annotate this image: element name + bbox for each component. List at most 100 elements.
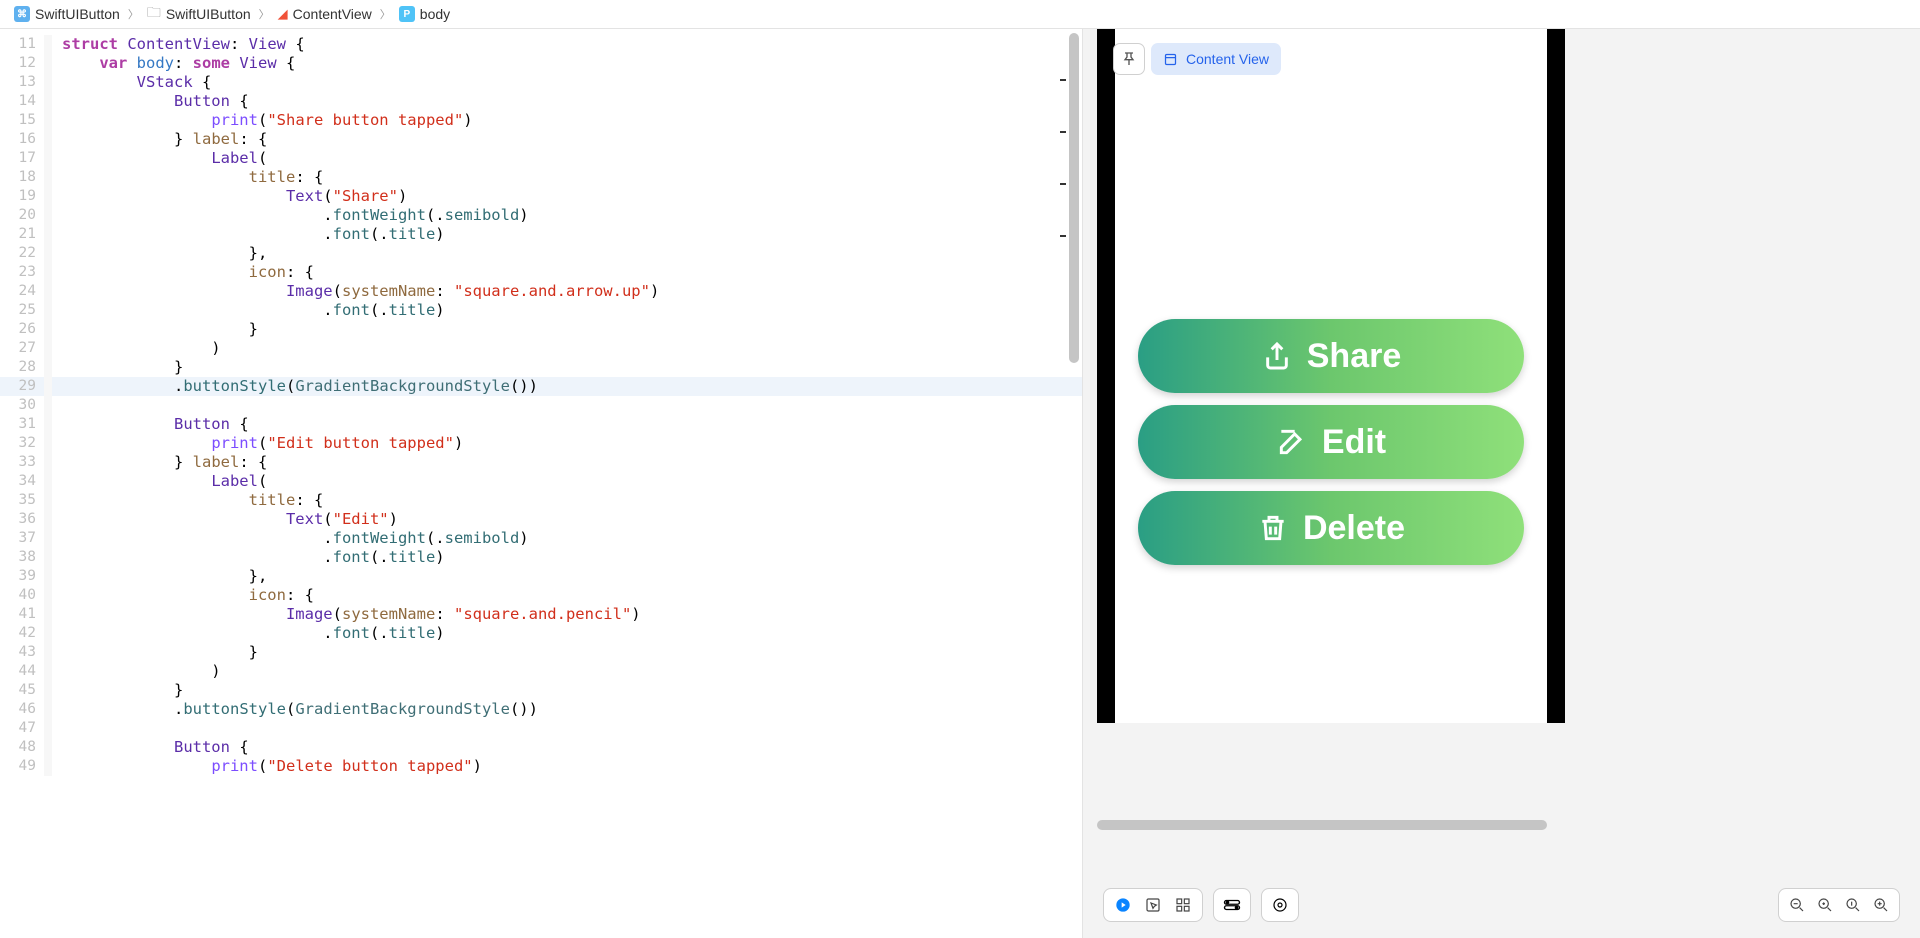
code-line[interactable]: 37 .fontWeight(.semibold) — [0, 529, 1082, 548]
code-line[interactable]: 20 .fontWeight(.semibold) — [0, 206, 1082, 225]
fold-gutter[interactable] — [44, 111, 52, 130]
code-line[interactable]: 12 var body: some View { — [0, 54, 1082, 73]
fold-gutter[interactable] — [44, 358, 52, 377]
code-line[interactable]: 28 } — [0, 358, 1082, 377]
code-text[interactable]: Image(systemName: "square.and.pencil") — [52, 605, 1082, 624]
code-text[interactable]: } — [52, 320, 1082, 339]
zoom-in-button[interactable] — [1867, 892, 1895, 918]
code-text[interactable]: .font(.title) — [52, 624, 1082, 643]
fold-gutter[interactable] — [44, 415, 52, 434]
code-text[interactable]: icon: { — [52, 263, 1082, 282]
fold-gutter[interactable] — [44, 92, 52, 111]
fold-gutter[interactable] — [44, 225, 52, 244]
code-text[interactable]: Button { — [52, 92, 1082, 111]
code-text[interactable]: Label( — [52, 472, 1082, 491]
code-line[interactable]: 48 Button { — [0, 738, 1082, 757]
jump-file[interactable]: ◢ ContentView — [274, 4, 376, 24]
fold-gutter[interactable] — [44, 149, 52, 168]
code-line[interactable]: 11struct ContentView: View { — [0, 35, 1082, 54]
code-line[interactable]: 19 Text("Share") — [0, 187, 1082, 206]
code-text[interactable]: .buttonStyle(GradientBackgroundStyle()) — [52, 377, 1082, 396]
code-line[interactable]: 44 ) — [0, 662, 1082, 681]
code-line[interactable]: 24 Image(systemName: "square.and.arrow.u… — [0, 282, 1082, 301]
code-line[interactable]: 29 .buttonStyle(GradientBackgroundStyle(… — [0, 377, 1082, 396]
zoom-out-button[interactable] — [1783, 892, 1811, 918]
code-line[interactable]: 21 .font(.title) — [0, 225, 1082, 244]
code-line[interactable]: 47 — [0, 719, 1082, 738]
code-text[interactable]: ) — [52, 662, 1082, 681]
code-text[interactable] — [52, 719, 1082, 738]
code-text[interactable]: Image(systemName: "square.and.arrow.up") — [52, 282, 1082, 301]
code-line[interactable]: 33 } label: { — [0, 453, 1082, 472]
code-text[interactable]: Button { — [52, 415, 1082, 434]
fold-gutter[interactable] — [44, 263, 52, 282]
preview-canvas[interactable]: Share Edit Delete — [1083, 29, 1920, 882]
code-line[interactable]: 32 print("Edit button tapped") — [0, 434, 1082, 453]
code-text[interactable]: icon: { — [52, 586, 1082, 605]
variants-button[interactable] — [1168, 892, 1198, 918]
fold-gutter[interactable] — [44, 377, 52, 396]
code-line[interactable]: 23 icon: { — [0, 263, 1082, 282]
selectable-preview-button[interactable] — [1138, 892, 1168, 918]
fold-gutter[interactable] — [44, 434, 52, 453]
fold-gutter[interactable] — [44, 700, 52, 719]
editor-pane[interactable]: 11struct ContentView: View {12 var body:… — [0, 29, 1082, 938]
code-text[interactable]: } label: { — [52, 453, 1082, 472]
fold-gutter[interactable] — [44, 510, 52, 529]
code-line[interactable]: 43 } — [0, 643, 1082, 662]
code-line[interactable]: 22 }, — [0, 244, 1082, 263]
code-text[interactable]: } — [52, 358, 1082, 377]
code-line[interactable]: 16 } label: { — [0, 130, 1082, 149]
code-text[interactable] — [52, 396, 1082, 415]
code-text[interactable]: Button { — [52, 738, 1082, 757]
horizontal-scrollbar[interactable] — [1097, 820, 1890, 830]
fold-gutter[interactable] — [44, 320, 52, 339]
code-area[interactable]: 11struct ContentView: View {12 var body:… — [0, 29, 1082, 776]
fold-gutter[interactable] — [44, 738, 52, 757]
fold-gutter[interactable] — [44, 586, 52, 605]
code-text[interactable]: }, — [52, 244, 1082, 263]
code-text[interactable]: VStack { — [52, 73, 1082, 92]
code-text[interactable]: print("Share button tapped") — [52, 111, 1082, 130]
fold-gutter[interactable] — [44, 757, 52, 776]
fold-gutter[interactable] — [44, 54, 52, 73]
code-text[interactable]: Text("Edit") — [52, 510, 1082, 529]
code-line[interactable]: 41 Image(systemName: "square.and.pencil"… — [0, 605, 1082, 624]
share-button[interactable]: Share — [1138, 319, 1524, 393]
code-line[interactable]: 14 Button { — [0, 92, 1082, 111]
code-text[interactable]: ) — [52, 339, 1082, 358]
code-text[interactable]: .font(.title) — [52, 301, 1082, 320]
code-text[interactable]: .buttonStyle(GradientBackgroundStyle()) — [52, 700, 1082, 719]
code-line[interactable]: 45 } — [0, 681, 1082, 700]
code-line[interactable]: 39 }, — [0, 567, 1082, 586]
fold-gutter[interactable] — [44, 187, 52, 206]
code-text[interactable]: struct ContentView: View { — [52, 35, 1082, 54]
fold-gutter[interactable] — [44, 453, 52, 472]
code-text[interactable]: Text("Share") — [52, 187, 1082, 206]
code-line[interactable]: 38 .font(.title) — [0, 548, 1082, 567]
code-line[interactable]: 36 Text("Edit") — [0, 510, 1082, 529]
code-text[interactable]: .fontWeight(.semibold) — [52, 206, 1082, 225]
code-line[interactable]: 49 print("Delete button tapped") — [0, 757, 1082, 776]
code-line[interactable]: 18 title: { — [0, 168, 1082, 187]
code-line[interactable]: 40 icon: { — [0, 586, 1082, 605]
fold-gutter[interactable] — [44, 548, 52, 567]
fold-gutter[interactable] — [44, 339, 52, 358]
code-line[interactable]: 27 ) — [0, 339, 1082, 358]
fold-gutter[interactable] — [44, 301, 52, 320]
fold-gutter[interactable] — [44, 282, 52, 301]
content-view-chip[interactable]: Content View — [1151, 43, 1281, 75]
code-text[interactable]: } — [52, 643, 1082, 662]
fold-gutter[interactable] — [44, 73, 52, 92]
fold-gutter[interactable] — [44, 719, 52, 738]
fold-gutter[interactable] — [44, 624, 52, 643]
fold-gutter[interactable] — [44, 130, 52, 149]
code-line[interactable]: 34 Label( — [0, 472, 1082, 491]
code-text[interactable]: var body: some View { — [52, 54, 1082, 73]
device-settings-button[interactable] — [1213, 888, 1251, 922]
code-line[interactable]: 26 } — [0, 320, 1082, 339]
delete-button[interactable]: Delete — [1138, 491, 1524, 565]
code-text[interactable]: .fontWeight(.semibold) — [52, 529, 1082, 548]
live-preview-button[interactable] — [1108, 892, 1138, 918]
fold-gutter[interactable] — [44, 244, 52, 263]
